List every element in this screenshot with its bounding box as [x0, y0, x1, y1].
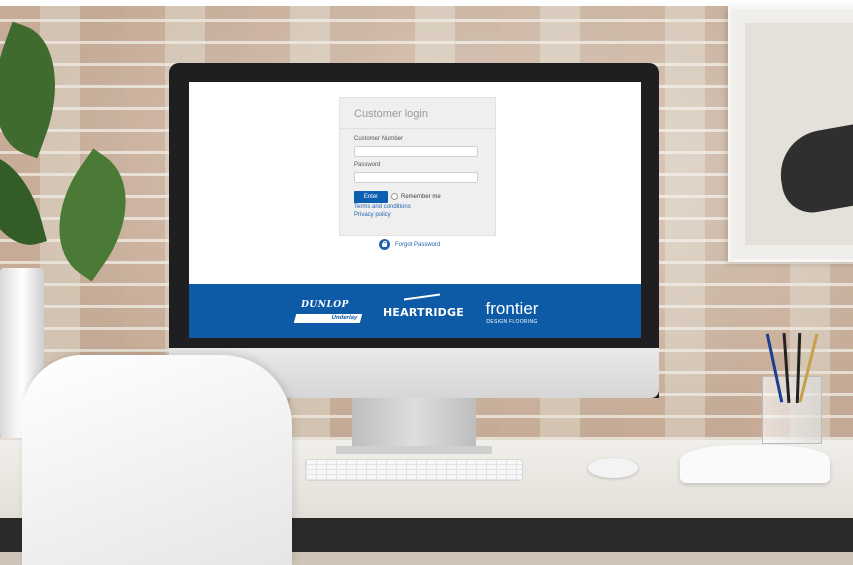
terms-link[interactable]: Terms and conditions	[354, 204, 411, 210]
monitor-stand-base	[336, 446, 492, 454]
frontier-subtitle: DESIGN FLOORING	[486, 319, 538, 325]
pen-holder	[762, 332, 822, 444]
heartridge-logo: HEARTRIDGE	[383, 306, 464, 319]
white-chair	[22, 355, 292, 565]
remember-me[interactable]: Remember me	[391, 193, 441, 200]
enter-button[interactable]: Enter	[354, 191, 388, 203]
login-title: Customer login	[340, 98, 495, 129]
lock-icon	[379, 239, 390, 250]
password-input[interactable]	[354, 172, 478, 183]
dunlop-logo: DUNLOP	[301, 300, 349, 310]
password-label: Password	[354, 162, 381, 168]
forgot-password-link[interactable]: Forgot Password	[379, 239, 440, 250]
customer-number-input[interactable]	[354, 146, 478, 157]
remember-me-label: Remember me	[401, 193, 441, 200]
top-strip	[0, 0, 853, 6]
monitor-screen: Customer login Customer Number Password …	[189, 82, 641, 338]
forgot-password-label: Forgot Password	[395, 241, 441, 248]
dunlop-underlay-tag: Underlay	[293, 314, 363, 323]
keyboard	[305, 459, 523, 481]
remember-me-checkbox[interactable]	[391, 193, 398, 200]
customer-number-label: Customer Number	[354, 136, 404, 142]
brand-footer: DUNLOP Underlay HEARTRIDGE frontier DESI…	[189, 284, 641, 338]
privacy-link[interactable]: Privacy policy	[354, 212, 391, 218]
mouse	[588, 458, 638, 478]
login-card: Customer login Customer Number Password …	[339, 97, 496, 236]
open-book	[680, 445, 830, 483]
monitor-stand	[352, 398, 476, 450]
frontier-logo: frontier	[485, 299, 539, 318]
